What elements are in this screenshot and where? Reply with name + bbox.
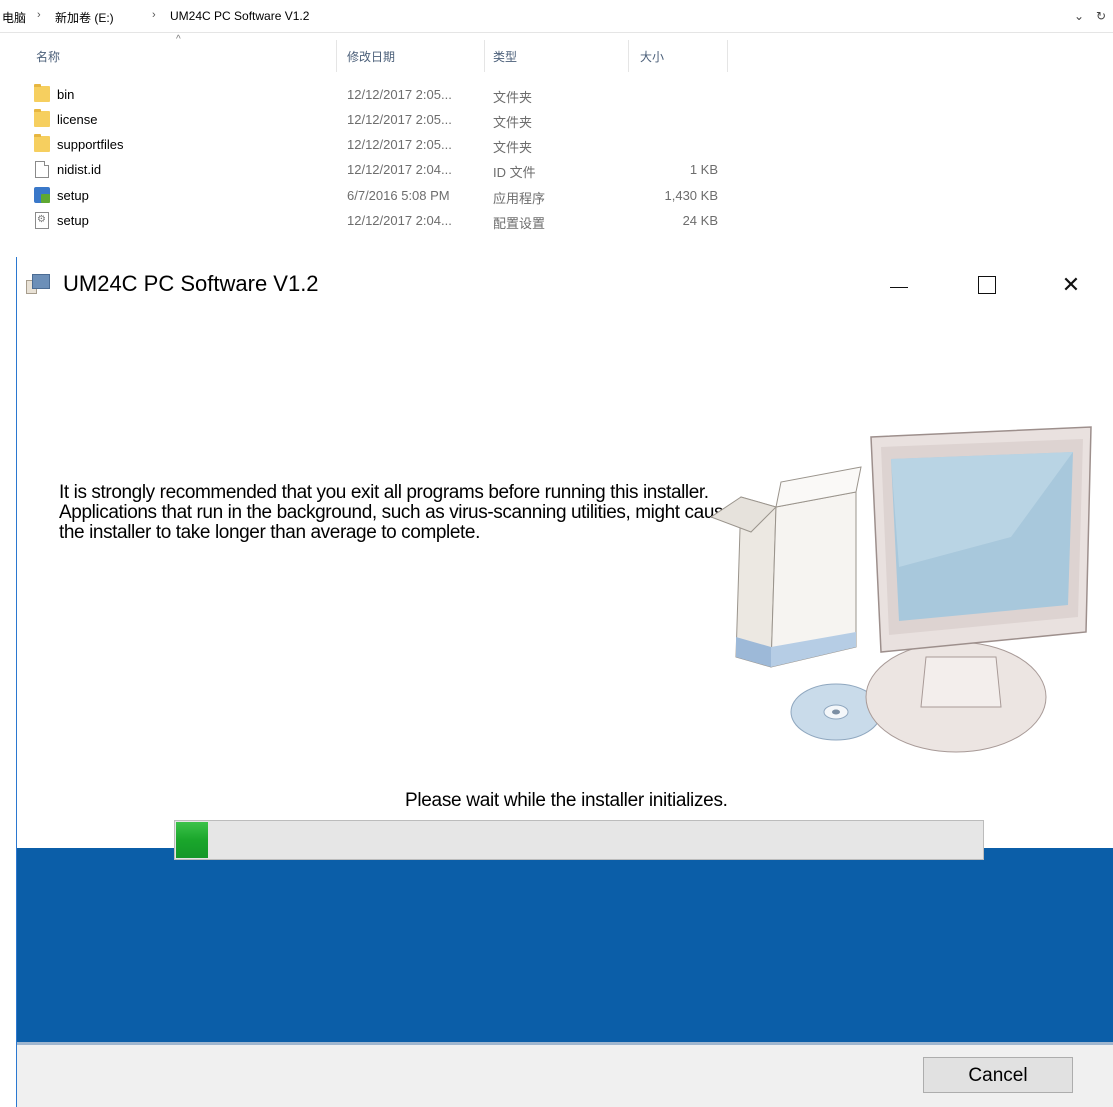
file-size: 1,430 KB bbox=[664, 188, 719, 203]
window-title: UM24C PC Software V1.2 bbox=[63, 271, 319, 296]
file-date: 12/12/2017 2:04... bbox=[347, 213, 452, 228]
file-type: 应用程序 bbox=[493, 191, 546, 206]
column-header-name[interactable]: 名称 bbox=[36, 48, 60, 65]
address-dropdown-icon[interactable]: ⌄ bbox=[1074, 9, 1084, 23]
breadcrumb-drive[interactable]: 新加卷 (E:) bbox=[55, 9, 114, 26]
config-file-icon bbox=[35, 212, 49, 229]
file-name: supportfiles bbox=[57, 137, 124, 152]
maximize-icon bbox=[978, 276, 996, 294]
close-icon: ✕ bbox=[1061, 272, 1081, 297]
column-header-date[interactable]: 修改日期 bbox=[347, 48, 395, 65]
minimize-button[interactable] bbox=[876, 265, 922, 305]
file-row[interactable]: supportfiles 12/12/2017 2:05... 文件夹 bbox=[0, 132, 760, 157]
file-date: 12/12/2017 2:04... bbox=[347, 162, 452, 177]
progress-fill bbox=[176, 822, 208, 858]
folder-icon bbox=[34, 84, 50, 102]
close-button[interactable]: ✕ bbox=[1048, 265, 1094, 305]
file-type: 配置设置 bbox=[493, 216, 546, 231]
sort-ascending-icon: ^ bbox=[176, 34, 181, 45]
button-area: Cancel bbox=[17, 1045, 1113, 1107]
column-divider[interactable] bbox=[628, 40, 629, 72]
file-row[interactable]: setup 12/12/2017 2:04... 配置设置 24 KB bbox=[0, 208, 760, 233]
address-bar[interactable]: 电脑 › 新加卷 (E:) › UM24C PC Software V1.2 ⌄… bbox=[0, 0, 1113, 33]
file-date: 12/12/2017 2:05... bbox=[347, 137, 452, 152]
column-header-type[interactable]: 类型 bbox=[493, 48, 517, 65]
file-name: setup bbox=[57, 188, 89, 203]
file-size: 24 KB bbox=[682, 213, 718, 228]
computer-illustration-icon bbox=[711, 426, 1092, 753]
column-header-size[interactable]: 大小 bbox=[640, 48, 664, 65]
maximize-button[interactable] bbox=[963, 265, 1009, 305]
file-row[interactable]: setup 6/7/2016 5:08 PM 应用程序 1,430 KB bbox=[0, 183, 760, 208]
file-type: 文件夹 bbox=[493, 115, 533, 130]
file-type: 文件夹 bbox=[493, 140, 533, 155]
file-icon bbox=[35, 161, 49, 178]
recommendation-text: It is strongly recommended that you exit… bbox=[59, 482, 734, 543]
column-divider[interactable] bbox=[336, 40, 337, 72]
file-name: nidist.id bbox=[57, 162, 102, 177]
file-row[interactable]: bin 12/12/2017 2:05... 文件夹 bbox=[0, 82, 760, 107]
folder-icon bbox=[34, 134, 50, 152]
title-bar[interactable]: UM24C PC Software V1.2 ✕ bbox=[17, 257, 1113, 313]
file-name: setup bbox=[57, 213, 89, 228]
banner-band bbox=[17, 848, 1113, 1042]
breadcrumb-separator: › bbox=[37, 9, 41, 21]
minimize-icon bbox=[890, 287, 908, 288]
progress-bar bbox=[174, 820, 984, 860]
folder-icon bbox=[34, 109, 50, 127]
installer-window: UM24C PC Software V1.2 ✕ It is strongly … bbox=[16, 257, 1113, 1107]
file-name: bin bbox=[57, 87, 75, 102]
installer-app-icon bbox=[26, 274, 50, 294]
file-date: 6/7/2016 5:08 PM bbox=[347, 188, 450, 203]
cancel-button[interactable]: Cancel bbox=[923, 1057, 1073, 1093]
breadcrumb-this-pc[interactable]: 电脑 bbox=[2, 9, 26, 26]
setup-app-icon bbox=[34, 187, 50, 203]
refresh-icon[interactable]: ↻ bbox=[1096, 9, 1106, 23]
file-type: ID 文件 bbox=[493, 165, 536, 180]
file-row[interactable]: nidist.id 12/12/2017 2:04... ID 文件 1 KB bbox=[0, 157, 760, 182]
file-explorer: 电脑 › 新加卷 (E:) › UM24C PC Software V1.2 ⌄… bbox=[0, 0, 1113, 250]
status-text: Please wait while the installer initiali… bbox=[405, 790, 728, 811]
file-date: 12/12/2017 2:05... bbox=[347, 112, 452, 127]
file-type: 文件夹 bbox=[493, 90, 533, 105]
breadcrumb-separator: › bbox=[152, 9, 156, 21]
file-size: 1 KB bbox=[689, 162, 718, 177]
column-divider[interactable] bbox=[484, 40, 485, 72]
breadcrumb-folder[interactable]: UM24C PC Software V1.2 bbox=[170, 9, 309, 23]
file-name: license bbox=[57, 112, 98, 127]
column-divider[interactable] bbox=[727, 40, 728, 72]
file-date: 12/12/2017 2:05... bbox=[347, 87, 452, 102]
file-row[interactable]: license 12/12/2017 2:05... 文件夹 bbox=[0, 107, 760, 132]
